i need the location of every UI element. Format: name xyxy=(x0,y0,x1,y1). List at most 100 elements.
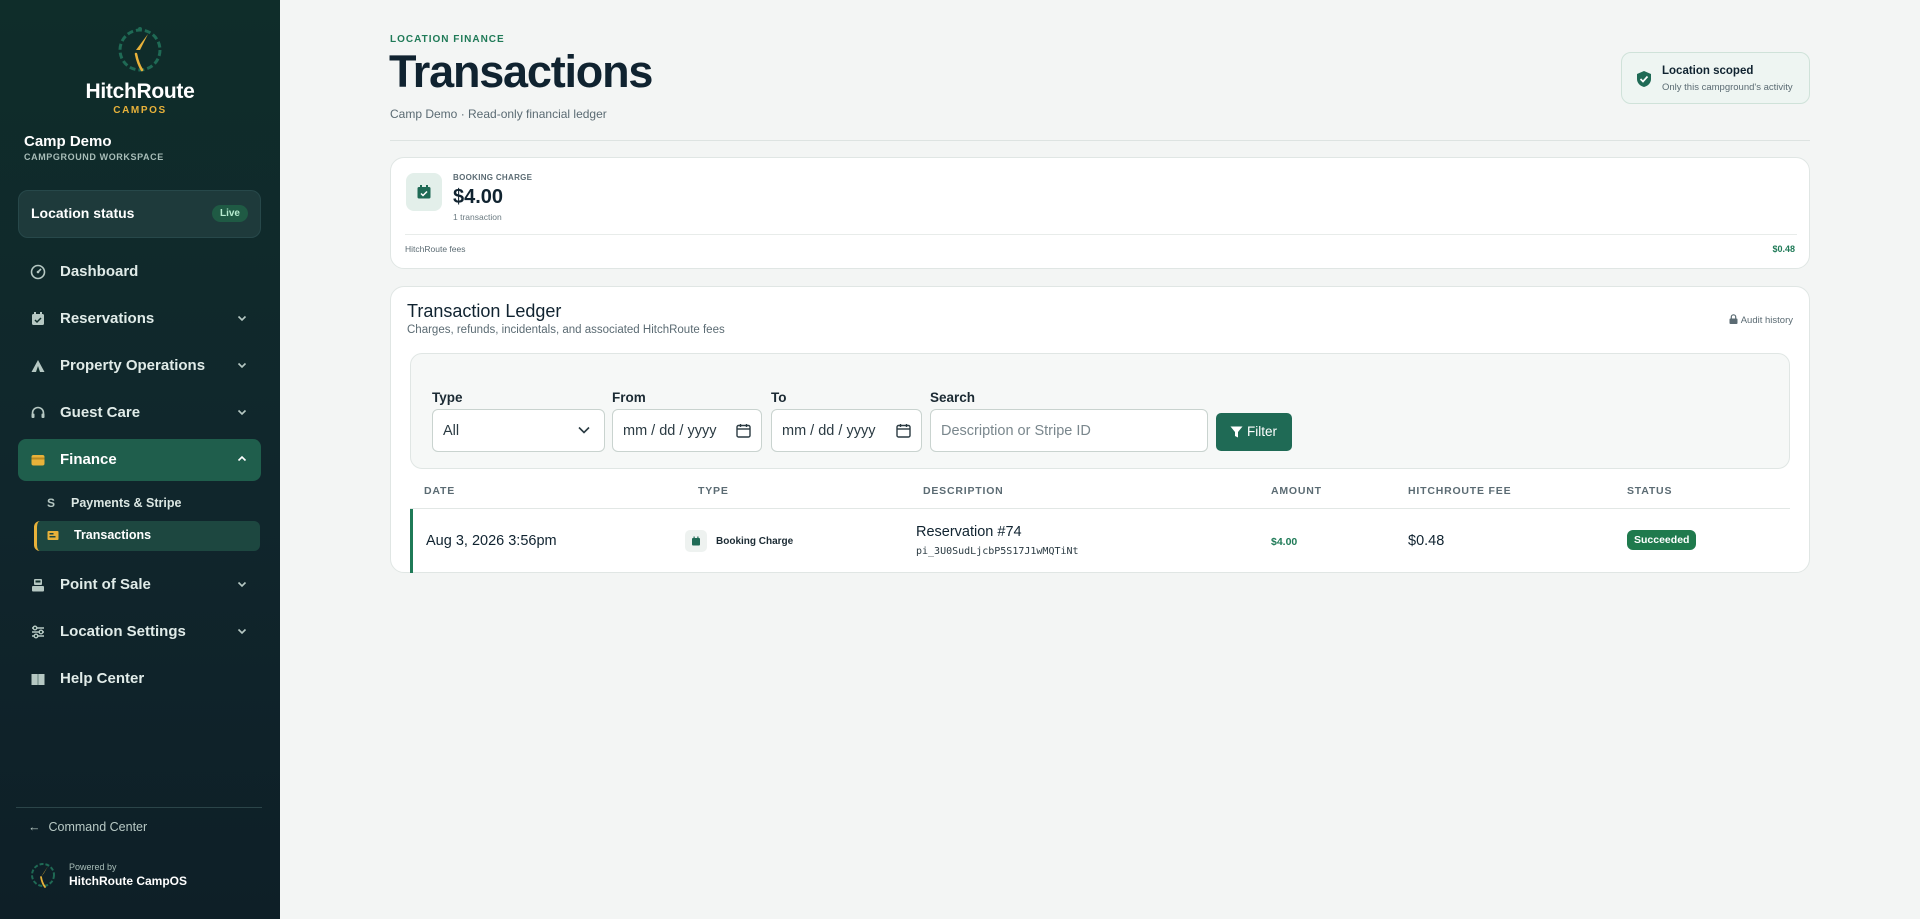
nav-point-of-sale[interactable]: Point of Sale xyxy=(18,564,261,606)
nav-finance[interactable]: Finance xyxy=(18,439,261,481)
sliders-icon xyxy=(32,625,44,639)
calendar-check-icon xyxy=(685,530,707,552)
nav-help-label: Help Center xyxy=(60,670,145,687)
to-date-placeholder: mm / dd / yyyy xyxy=(782,423,876,439)
tent-icon xyxy=(31,360,45,372)
type-select[interactable]: All xyxy=(432,409,605,452)
chevron-down-icon xyxy=(237,628,247,635)
summary-count: 1 transaction xyxy=(453,212,502,222)
calendar-icon[interactable] xyxy=(896,423,911,438)
chevron-up-icon xyxy=(237,455,247,462)
filter-panel: Type All From mm / dd / yyyy To mm / dd … xyxy=(410,353,1790,469)
location-scoped-card: Location scoped Only this campground's a… xyxy=(1621,52,1810,104)
headset-icon xyxy=(31,406,45,418)
nav-guest-care[interactable]: Guest Care xyxy=(18,392,261,434)
powered-small: Powered by xyxy=(69,862,117,872)
row-description: Reservation #74 xyxy=(916,524,1022,540)
powered-big: HitchRoute CampOS xyxy=(69,874,188,888)
col-header-fee[interactable]: HITCHROUTE FEE xyxy=(1408,485,1511,497)
status-badge: Succeeded xyxy=(1627,530,1697,550)
scope-sub: Only this campground's activity xyxy=(1662,82,1793,93)
nav-dashboard-label: Dashboard xyxy=(60,263,139,280)
transaction-ledger: Transaction Ledger Charges, refunds, inc… xyxy=(390,286,1810,573)
col-header-date[interactable]: DATE xyxy=(424,485,455,497)
summary-fees-label: HitchRoute fees xyxy=(405,244,466,254)
nav-dashboard[interactable]: Dashboard xyxy=(18,251,261,293)
summary-divider xyxy=(405,234,1797,235)
from-label: From xyxy=(612,390,646,405)
workspace-name: Camp Demo xyxy=(24,133,112,150)
row-fee: $0.48 xyxy=(1408,533,1445,549)
receipt-icon xyxy=(47,531,59,540)
page-eyebrow: LOCATION FINANCE xyxy=(390,34,505,45)
filter-button[interactable]: Filter xyxy=(1216,413,1292,451)
book-icon xyxy=(31,674,45,685)
audit-history-link[interactable]: Audit history xyxy=(1729,314,1793,326)
lock-icon xyxy=(1729,314,1738,324)
command-center-link[interactable]: ← Command Center xyxy=(28,820,147,834)
nav-help-center[interactable]: Help Center xyxy=(18,658,261,700)
search-placeholder: Description or Stripe ID xyxy=(941,423,1091,439)
nav-property-label: Property Operations xyxy=(60,357,206,374)
table-row[interactable]: Aug 3, 2026 3:56pm Booking Charge Reserv… xyxy=(410,509,1790,573)
nav-reservations[interactable]: Reservations xyxy=(18,298,261,340)
location-status-label: Location status xyxy=(31,205,135,221)
to-label: To xyxy=(771,390,787,405)
from-date-input[interactable]: mm / dd / yyyy xyxy=(612,409,762,452)
search-label: Search xyxy=(930,390,976,405)
location-status-card[interactable]: Location status Live xyxy=(18,190,261,238)
chevron-down-icon xyxy=(578,426,590,434)
compass-logo-icon xyxy=(118,27,162,72)
brand-logo[interactable]: HitchRoute CAMPOS xyxy=(0,24,280,116)
register-icon xyxy=(32,579,44,592)
compass-logo-icon xyxy=(31,863,55,888)
type-select-value: All xyxy=(443,423,460,439)
workspace-info: Camp Demo CAMPGROUND WORKSPACE xyxy=(24,133,164,162)
to-date-input[interactable]: mm / dd / yyyy xyxy=(771,409,922,452)
dollar-icon: S xyxy=(46,496,55,510)
nav-payments-label: Payments & Stripe xyxy=(71,496,182,510)
nav-guest-label: Guest Care xyxy=(60,404,141,421)
calendar-icon xyxy=(32,312,44,325)
row-date: Aug 3, 2026 3:56pm xyxy=(426,533,557,549)
ledger-subtitle: Charges, refunds, incidentals, and assoc… xyxy=(407,324,725,336)
shield-check-icon xyxy=(1637,71,1651,87)
audit-history-label: Audit history xyxy=(1740,315,1793,326)
calendar-check-icon xyxy=(406,173,442,211)
row-amount: $4.00 xyxy=(1271,536,1298,548)
nav-reservations-label: Reservations xyxy=(60,310,155,327)
col-header-description[interactable]: DESCRIPTION xyxy=(923,485,1004,497)
calendar-icon[interactable] xyxy=(736,423,751,438)
nav-location-settings[interactable]: Location Settings xyxy=(18,611,261,653)
row-type: Booking Charge xyxy=(716,536,794,547)
summary-amount: $4.00 xyxy=(453,186,504,208)
live-badge: Live xyxy=(211,205,248,222)
chevron-down-icon xyxy=(237,409,247,416)
sidebar: HitchRoute CAMPOS Camp Demo CAMPGROUND W… xyxy=(0,0,280,919)
summary-fees-value: $0.48 xyxy=(1772,244,1795,254)
col-header-amount[interactable]: AMOUNT xyxy=(1271,485,1322,497)
filter-button-label: Filter xyxy=(1247,424,1277,439)
search-input[interactable]: Description or Stripe ID xyxy=(930,409,1208,452)
brand-sub: CAMPOS xyxy=(113,105,167,116)
from-date-placeholder: mm / dd / yyyy xyxy=(623,423,717,439)
chevron-down-icon xyxy=(237,581,247,588)
sidebar-divider xyxy=(16,807,262,808)
nav-transactions-label: Transactions xyxy=(74,528,152,542)
wallet-icon xyxy=(31,455,45,466)
page-subtitle: Camp Demo · Read-only financial ledger xyxy=(390,107,607,121)
arrow-left-icon: ← xyxy=(28,820,41,834)
nav-payments-stripe[interactable]: S Payments & Stripe xyxy=(34,489,260,519)
chevron-down-icon xyxy=(237,362,247,369)
type-label: Type xyxy=(432,390,463,405)
ledger-title: Transaction Ledger xyxy=(407,301,562,321)
header-divider xyxy=(390,140,1810,141)
col-header-status[interactable]: STATUS xyxy=(1627,485,1672,497)
col-header-type[interactable]: TYPE xyxy=(698,485,729,497)
funnel-icon xyxy=(1230,426,1243,438)
row-stripe-id: pi_3U0SudLjcbP5S17J1wMQTiNt xyxy=(916,546,1079,557)
nav-transactions[interactable]: Transactions xyxy=(34,521,260,551)
nav-pos-label: Point of Sale xyxy=(60,576,151,593)
nav-property-operations[interactable]: Property Operations xyxy=(18,345,261,387)
brand-name: HitchRoute xyxy=(85,80,195,103)
